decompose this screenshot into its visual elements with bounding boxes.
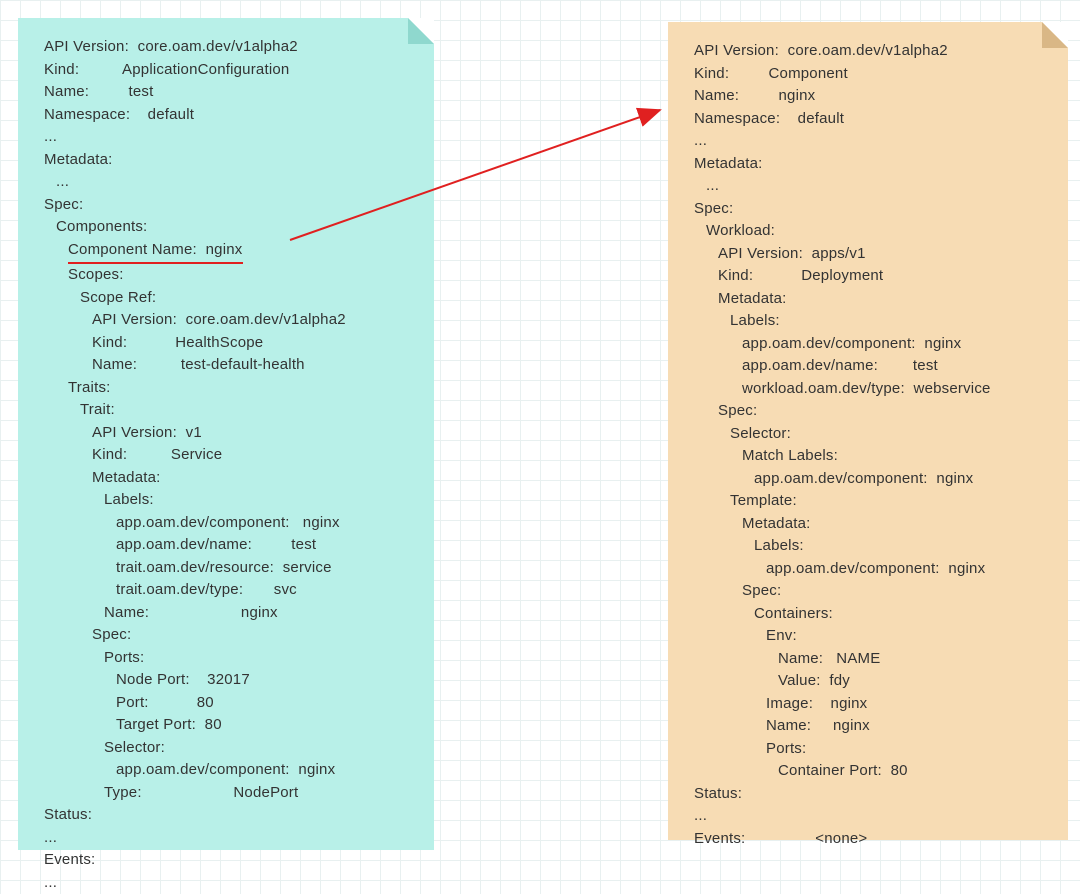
fold-corner-icon (1042, 22, 1068, 48)
scope-name: Name: test-default-health (44, 354, 412, 377)
appconfig-card: API Version: core.oam.dev/v1alpha2 Kind:… (18, 18, 434, 850)
node-port: Node Port: 32017 (44, 669, 412, 692)
match-labels: Match Labels: (694, 445, 1046, 468)
t-metadata: Metadata: (694, 513, 1046, 536)
label-workload-type: workload.oam.dev/type: webservice (694, 378, 1046, 401)
name: Name: nginx (694, 85, 1046, 108)
spec: Spec: (44, 194, 412, 217)
scope-ref: Scope Ref: (44, 287, 412, 310)
trait-spec: Spec: (44, 624, 412, 647)
t-label-component: app.oam.dev/component: nginx (694, 558, 1046, 581)
events: Events: (44, 849, 412, 872)
ellipsis: ... (694, 805, 1046, 828)
metadata: Metadata: (44, 149, 412, 172)
component-card: API Version: core.oam.dev/v1alpha2 Kind:… (668, 22, 1068, 840)
wl-spec: Spec: (694, 400, 1046, 423)
c-name: Name: nginx (694, 715, 1046, 738)
component-name: Component Name: nginx (68, 239, 243, 265)
wl-labels: Labels: (694, 310, 1046, 333)
events: Events: <none> (694, 828, 1046, 851)
ellipsis: ... (694, 130, 1046, 153)
label-name: app.oam.dev/name: test (694, 355, 1046, 378)
traits: Traits: (44, 377, 412, 400)
t-labels: Labels: (694, 535, 1046, 558)
env: Env: (694, 625, 1046, 648)
metadata: Metadata: (694, 153, 1046, 176)
wl-kind: Kind: Deployment (694, 265, 1046, 288)
template: Template: (694, 490, 1046, 513)
label-component: app.oam.dev/component: nginx (44, 512, 412, 535)
trait-name: Name: nginx (44, 602, 412, 625)
ellipsis: ... (44, 827, 412, 850)
image: Image: nginx (694, 693, 1046, 716)
kind: Kind: ApplicationConfiguration (44, 59, 412, 82)
wl-api-version: API Version: apps/v1 (694, 243, 1046, 266)
label-component: app.oam.dev/component: nginx (694, 333, 1046, 356)
kind: Kind: Component (694, 63, 1046, 86)
underline-wrapper: Component Name: nginx (44, 239, 412, 265)
env-value: Value: fdy (694, 670, 1046, 693)
target-port: Target Port: 80 (44, 714, 412, 737)
api-version: API Version: core.oam.dev/v1alpha2 (694, 40, 1046, 63)
ellipsis: ... (44, 171, 412, 194)
trait-metadata: Metadata: (44, 467, 412, 490)
ports: Ports: (694, 738, 1046, 761)
type: Type: NodePort (44, 782, 412, 805)
label-type: trait.oam.dev/type: svc (44, 579, 412, 602)
status: Status: (694, 783, 1046, 806)
fold-corner-icon (408, 18, 434, 44)
components: Components: (44, 216, 412, 239)
ellipsis: ... (44, 126, 412, 149)
spec: Spec: (694, 198, 1046, 221)
status: Status: (44, 804, 412, 827)
workload: Workload: (694, 220, 1046, 243)
containers: Containers: (694, 603, 1046, 626)
container-port: Container Port: 80 (694, 760, 1046, 783)
trait-kind: Kind: Service (44, 444, 412, 467)
scope-api-version: API Version: core.oam.dev/v1alpha2 (44, 309, 412, 332)
wl-metadata: Metadata: (694, 288, 1046, 311)
namespace: Namespace: default (694, 108, 1046, 131)
selector: Selector: (694, 423, 1046, 446)
t-spec: Spec: (694, 580, 1046, 603)
name: Name: test (44, 81, 412, 104)
label-name: app.oam.dev/name: test (44, 534, 412, 557)
namespace: Namespace: default (44, 104, 412, 127)
label-resource: trait.oam.dev/resource: service (44, 557, 412, 580)
match-component: app.oam.dev/component: nginx (694, 468, 1046, 491)
trait-api-version: API Version: v1 (44, 422, 412, 445)
ports: Ports: (44, 647, 412, 670)
env-name: Name: NAME (694, 648, 1046, 671)
port: Port: 80 (44, 692, 412, 715)
selector-component: app.oam.dev/component: nginx (44, 759, 412, 782)
selector: Selector: (44, 737, 412, 760)
ellipsis: ... (44, 872, 412, 894)
scopes: Scopes: (44, 264, 412, 287)
trait: Trait: (44, 399, 412, 422)
ellipsis: ... (694, 175, 1046, 198)
trait-labels: Labels: (44, 489, 412, 512)
scope-kind: Kind: HealthScope (44, 332, 412, 355)
api-version: API Version: core.oam.dev/v1alpha2 (44, 36, 412, 59)
